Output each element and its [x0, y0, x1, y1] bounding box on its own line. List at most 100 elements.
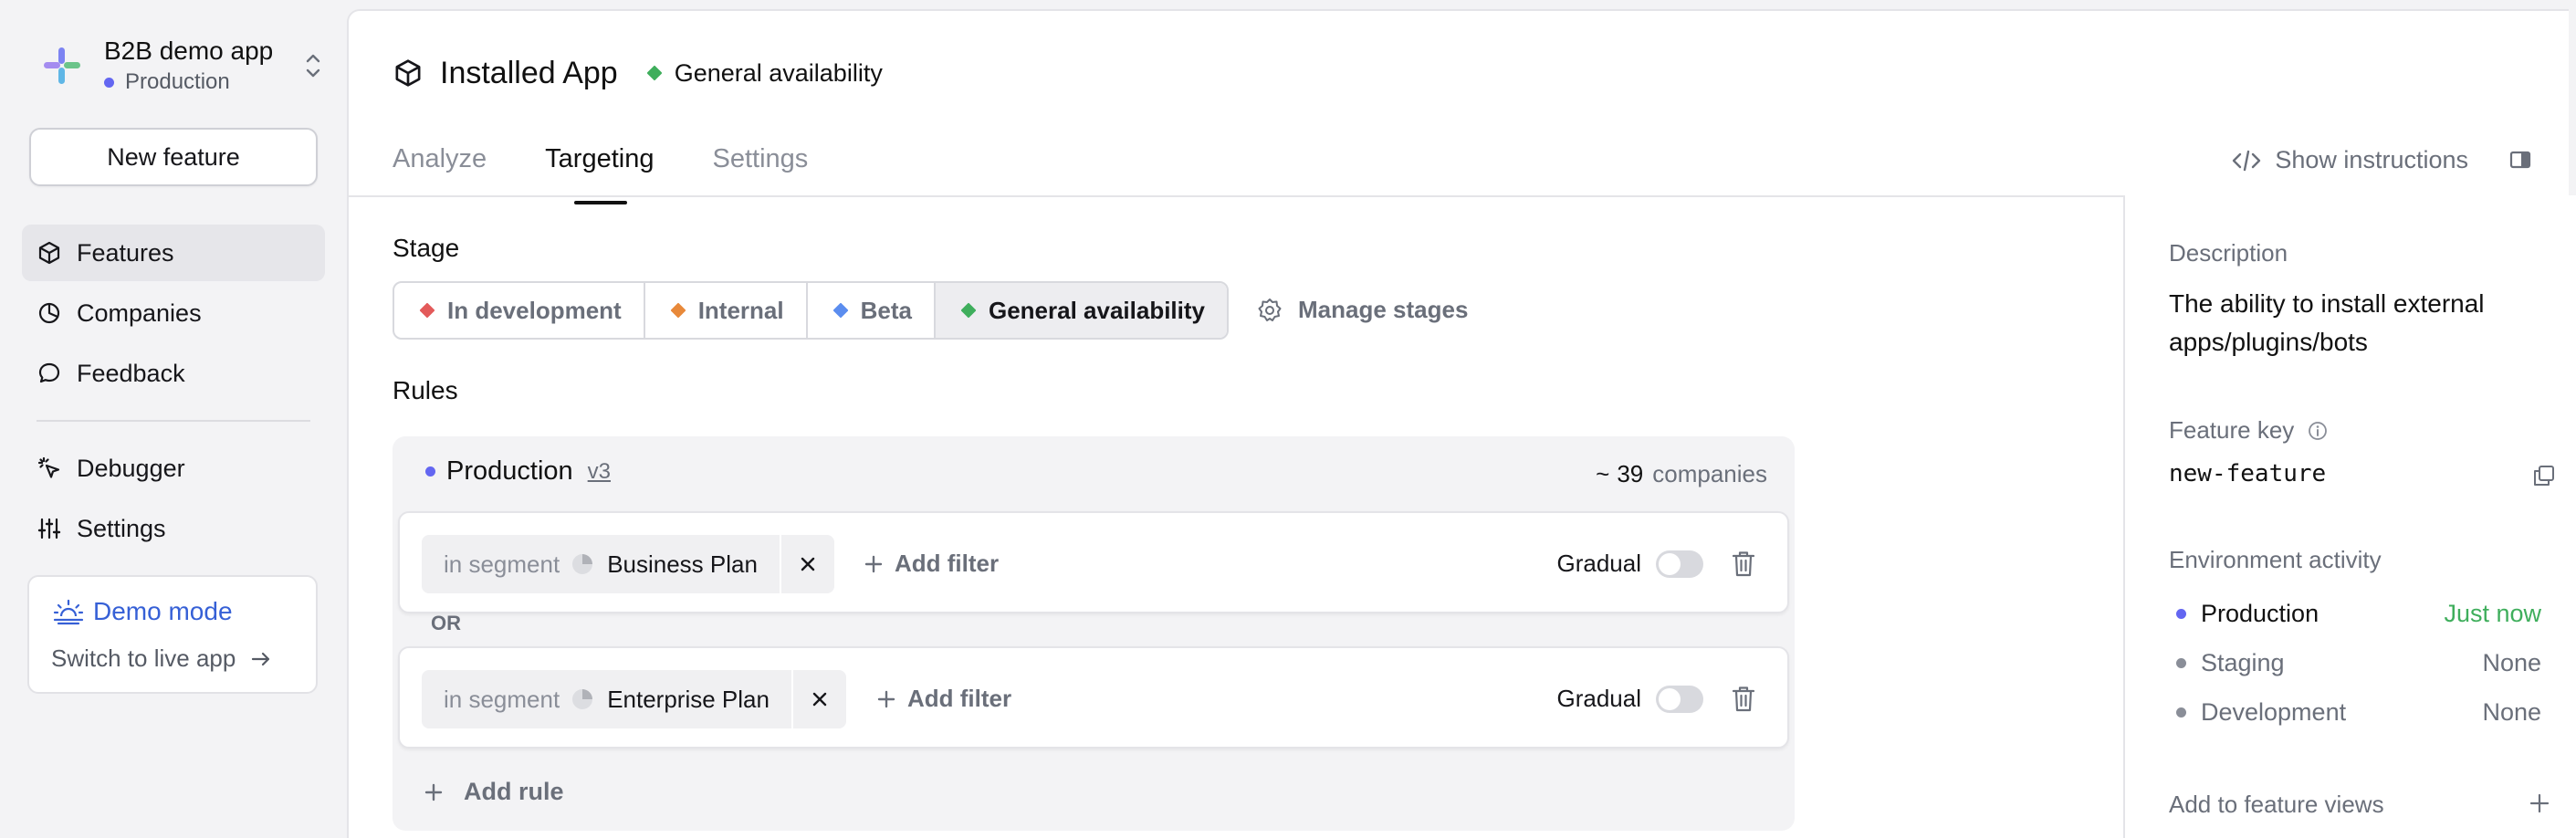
page-title: Installed App: [440, 55, 618, 90]
rules-section-label: Rules: [393, 376, 458, 404]
add-to-feature-views-label[interactable]: Add to feature views: [2169, 791, 2384, 819]
app-environment: Production: [104, 68, 273, 97]
demo-mode-card[interactable]: Demo mode Switch to live app: [27, 575, 318, 694]
sidebar-item-label: Debugger: [77, 454, 185, 482]
sidebar-item-label: Settings: [77, 514, 166, 542]
sidebar-panel-toggle-icon[interactable]: [2508, 146, 2532, 173]
stage-diamond-icon: [646, 65, 663, 81]
sidebar-divider: [37, 420, 310, 422]
plus-icon[interactable]: [2529, 792, 2550, 814]
environment-dot-icon: [104, 77, 114, 88]
stage-badge-label: General availability: [674, 58, 883, 87]
app-name: B2B demo app: [104, 37, 274, 65]
environment-dot-icon: [2176, 707, 2186, 718]
rules-version-link[interactable]: v3: [588, 459, 611, 485]
sidebar: B2B demo app Production New feature Feat…: [0, 0, 347, 838]
sunrise-icon: [53, 599, 84, 625]
show-instructions-label: Show instructions: [2275, 146, 2468, 173]
description-label: Description: [2169, 239, 2288, 267]
feature-key-label-row: Feature key: [2169, 416, 2329, 445]
info-icon[interactable]: [2307, 420, 2329, 442]
manage-stages-button[interactable]: Manage stages: [1256, 296, 1468, 324]
feature-key-value: new-feature: [2169, 460, 2327, 487]
stage-option-label: General availability: [988, 296, 1205, 324]
sidebar-item-feedback[interactable]: Feedback: [22, 345, 325, 402]
gradual-toggle[interactable]: [1656, 685, 1703, 713]
sliders-icon: [37, 518, 61, 539]
stage-option-general-availability[interactable]: General availability: [935, 283, 1227, 338]
environment-row-staging: Staging None: [2176, 644, 2541, 681]
arrow-right-icon: [252, 652, 270, 665]
gradual-rollout: Gradual: [1556, 550, 1703, 578]
rules-environment-name: Production: [446, 456, 573, 486]
rules-environment-header: Production v3: [425, 456, 611, 487]
add-rule-button[interactable]: Add rule: [424, 778, 564, 806]
environment-row-production: Production Just now: [2176, 595, 2541, 632]
cube-icon: [395, 59, 421, 87]
rule-card: in segment Enterprise Plan Add filter Gr…: [398, 646, 1789, 749]
segment-filter-chip[interactable]: in segment Business Plan: [422, 535, 834, 593]
add-filter-button[interactable]: Add filter: [876, 685, 1011, 713]
trash-icon[interactable]: [1731, 685, 1756, 714]
stage-option-internal[interactable]: Internal: [645, 283, 808, 338]
switch-to-live-link[interactable]: Switch to live app: [51, 644, 272, 673]
environment-name: Development: [2201, 697, 2347, 726]
stage-option-beta[interactable]: Beta: [808, 283, 936, 338]
app-switcher[interactable]: B2B demo app Production: [40, 33, 323, 99]
stage-option-label: Internal: [697, 296, 784, 324]
stage-badge: General availability: [646, 58, 883, 88]
new-feature-button[interactable]: New feature: [29, 128, 318, 186]
remove-filter-button[interactable]: [791, 670, 846, 728]
stage-option-label: In development: [447, 296, 622, 324]
segment-name: Business Plan: [607, 550, 758, 578]
switch-to-live-label: Switch to live app: [51, 644, 236, 672]
stage-option-in-development[interactable]: In development: [394, 283, 645, 338]
pie-chart-icon: [38, 302, 60, 324]
feature-details-panel: Description The ability to install exter…: [2123, 195, 2576, 838]
gradual-rollout: Gradual: [1556, 685, 1703, 713]
gradual-label: Gradual: [1556, 685, 1642, 712]
show-instructions-button[interactable]: Show instructions: [2231, 146, 2468, 174]
sidebar-item-companies[interactable]: Companies: [22, 285, 325, 341]
environment-status: Just now: [2444, 599, 2541, 627]
gradual-label: Gradual: [1556, 550, 1642, 577]
rule-card: in segment Business Plan Add filter Grad…: [398, 511, 1789, 613]
plus-icon: [877, 690, 895, 707]
stage-diamond-icon: [670, 302, 686, 319]
chat-bubble-icon: [38, 362, 60, 383]
or-separator: OR: [431, 612, 461, 634]
segment-pie-icon: [572, 554, 593, 574]
company-count: 39: [1617, 460, 1644, 487]
segment-filter-content: in segment Enterprise Plan: [422, 670, 791, 728]
segment-filter-content: in segment Business Plan: [422, 535, 780, 593]
feature-description[interactable]: The ability to install external apps/plu…: [2169, 285, 2552, 361]
segment-filter-chip[interactable]: in segment Enterprise Plan: [422, 670, 846, 728]
add-filter-button[interactable]: Add filter: [864, 550, 999, 578]
close-icon: [812, 692, 827, 707]
stage-option-label: Beta: [860, 296, 912, 324]
app-environment-label: Production: [125, 69, 230, 94]
sidebar-item-debugger[interactable]: Debugger: [22, 440, 325, 497]
demo-mode-title: Demo mode: [53, 597, 233, 626]
stage-section-label: Stage: [393, 234, 460, 262]
environment-dot-icon: [2176, 608, 2186, 619]
copy-icon[interactable]: [2532, 464, 2556, 487]
trash-icon[interactable]: [1731, 550, 1756, 579]
stage-diamond-icon: [832, 302, 849, 319]
add-filter-label: Add filter: [907, 685, 1012, 712]
plus-icon: [424, 783, 443, 801]
environment-dot-icon: [2176, 657, 2186, 668]
remove-filter-button[interactable]: [779, 535, 834, 593]
matched-companies-count: ~ 39 companies: [1596, 460, 1767, 488]
sidebar-item-features[interactable]: Features: [22, 225, 325, 281]
environment-status: None: [2482, 697, 2541, 726]
companies-label: companies: [1652, 460, 1767, 487]
cursor-click-icon: [37, 456, 60, 478]
segment-pie-icon: [572, 689, 593, 709]
segment-filter-label: in segment: [444, 685, 560, 713]
gear-icon: [1258, 298, 1282, 321]
code-icon: [2233, 150, 2261, 171]
add-rule-label: Add rule: [464, 778, 564, 805]
gradual-toggle[interactable]: [1656, 550, 1703, 578]
sidebar-item-settings[interactable]: Settings: [22, 500, 325, 557]
